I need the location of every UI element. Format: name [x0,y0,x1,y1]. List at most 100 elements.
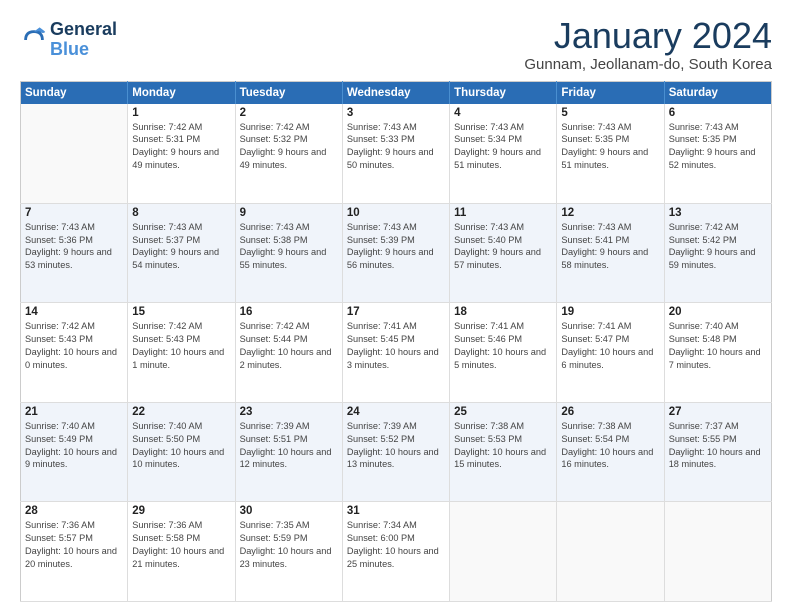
calendar-week-row: 7Sunrise: 7:43 AMSunset: 5:36 PMDaylight… [21,203,772,303]
table-row [557,502,664,602]
day-info: Sunrise: 7:36 AMSunset: 5:58 PMDaylight:… [132,519,230,571]
col-friday: Friday [557,81,664,104]
day-number: 25 [454,406,552,418]
table-row [450,502,557,602]
subtitle: Gunnam, Jeollanam-do, South Korea [524,56,772,73]
table-row: 17 Sunrise: 7:41 AMSunset: 5:45 PMDayligh… [342,303,449,403]
day-info: Sunrise: 7:39 AMSunset: 5:51 PMDaylight:… [240,420,338,472]
table-row: 20 Sunrise: 7:40 AMSunset: 5:48 PMDayligh… [664,303,771,403]
day-info: Sunrise: 7:42 AMSunset: 5:43 PMDaylight:… [25,320,123,372]
calendar-table: Sunday Monday Tuesday Wednesday Thursday… [20,81,772,602]
col-monday: Monday [128,81,235,104]
day-info: Sunrise: 7:41 AMSunset: 5:46 PMDaylight:… [454,320,552,372]
calendar-week-row: 14Sunrise: 7:42 AMSunset: 5:43 PMDayligh… [21,303,772,403]
day-info: Sunrise: 7:43 AMSunset: 5:37 PMDaylight:… [132,221,230,273]
table-row: 7Sunrise: 7:43 AMSunset: 5:36 PMDaylight… [21,203,128,303]
day-info: Sunrise: 7:42 AMSunset: 5:43 PMDaylight:… [132,320,230,372]
table-row: 28 Sunrise: 7:36 AMSunset: 5:57 PMDayligh… [21,502,128,602]
col-thursday: Thursday [450,81,557,104]
page: General Blue January 2024 Gunnam, Jeolla… [0,0,792,612]
day-info: Sunrise: 7:34 AMSunset: 6:00 PMDaylight:… [347,519,445,571]
table-row: 1 Sunrise: 7:42 AMSunset: 5:31 PMDaylight… [128,104,235,204]
calendar-week-row: 1 Sunrise: 7:42 AMSunset: 5:31 PMDaylight… [21,104,772,204]
table-row: 15 Sunrise: 7:42 AMSunset: 5:43 PMDayligh… [128,303,235,403]
day-info: Sunrise: 7:43 AMSunset: 5:38 PMDaylight:… [240,221,338,273]
table-row: 30 Sunrise: 7:35 AMSunset: 5:59 PMDayligh… [235,502,342,602]
day-info: Sunrise: 7:43 AMSunset: 5:40 PMDaylight:… [454,221,552,273]
day-number: 1 [132,107,230,119]
title-block: January 2024 Gunnam, Jeollanam-do, South… [524,16,772,73]
day-info: Sunrise: 7:43 AMSunset: 5:39 PMDaylight:… [347,221,445,273]
day-number: 4 [454,107,552,119]
logo-text: General Blue [50,20,117,60]
day-info: Sunrise: 7:42 AMSunset: 5:44 PMDaylight:… [240,320,338,372]
table-row [21,104,128,204]
day-number: 7 [25,207,123,219]
day-info: Sunrise: 7:36 AMSunset: 5:57 PMDaylight:… [25,519,123,571]
day-info: Sunrise: 7:41 AMSunset: 5:47 PMDaylight:… [561,320,659,372]
header: General Blue January 2024 Gunnam, Jeolla… [20,16,772,73]
table-row: 25 Sunrise: 7:38 AMSunset: 5:53 PMDayligh… [450,402,557,502]
table-row: 27Sunrise: 7:37 AMSunset: 5:55 PMDayligh… [664,402,771,502]
calendar-week-row: 28 Sunrise: 7:36 AMSunset: 5:57 PMDayligh… [21,502,772,602]
day-number: 2 [240,107,338,119]
day-info: Sunrise: 7:42 AMSunset: 5:42 PMDaylight:… [669,221,767,273]
table-row: 13Sunrise: 7:42 AMSunset: 5:42 PMDayligh… [664,203,771,303]
day-number: 3 [347,107,445,119]
table-row: 21 Sunrise: 7:40 AMSunset: 5:49 PMDayligh… [21,402,128,502]
table-row: 16 Sunrise: 7:42 AMSunset: 5:44 PMDayligh… [235,303,342,403]
day-number: 16 [240,306,338,318]
table-row: 6Sunrise: 7:43 AMSunset: 5:35 PMDaylight… [664,104,771,204]
table-row: 10 Sunrise: 7:43 AMSunset: 5:39 PMDayligh… [342,203,449,303]
table-row: 22Sunrise: 7:40 AMSunset: 5:50 PMDayligh… [128,402,235,502]
table-row: 24Sunrise: 7:39 AMSunset: 5:52 PMDayligh… [342,402,449,502]
day-number: 24 [347,406,445,418]
day-info: Sunrise: 7:41 AMSunset: 5:45 PMDaylight:… [347,320,445,372]
day-info: Sunrise: 7:35 AMSunset: 5:59 PMDaylight:… [240,519,338,571]
day-info: Sunrise: 7:43 AMSunset: 5:41 PMDaylight:… [561,221,659,273]
day-number: 9 [240,207,338,219]
day-info: Sunrise: 7:43 AMSunset: 5:35 PMDaylight:… [561,121,659,173]
table-row [664,502,771,602]
calendar-week-row: 21 Sunrise: 7:40 AMSunset: 5:49 PMDayligh… [21,402,772,502]
table-row: 8Sunrise: 7:43 AMSunset: 5:37 PMDaylight… [128,203,235,303]
table-row: 5 Sunrise: 7:43 AMSunset: 5:35 PMDaylight… [557,104,664,204]
table-row: 4 Sunrise: 7:43 AMSunset: 5:34 PMDaylight… [450,104,557,204]
table-row: 2 Sunrise: 7:42 AMSunset: 5:32 PMDaylight… [235,104,342,204]
logo-icon [20,26,48,54]
day-info: Sunrise: 7:42 AMSunset: 5:32 PMDaylight:… [240,121,338,173]
day-number: 28 [25,505,123,517]
day-number: 17 [347,306,445,318]
day-info: Sunrise: 7:43 AMSunset: 5:34 PMDaylight:… [454,121,552,173]
day-number: 19 [561,306,659,318]
col-wednesday: Wednesday [342,81,449,104]
day-info: Sunrise: 7:38 AMSunset: 5:53 PMDaylight:… [454,420,552,472]
day-info: Sunrise: 7:40 AMSunset: 5:48 PMDaylight:… [669,320,767,372]
day-info: Sunrise: 7:40 AMSunset: 5:49 PMDaylight:… [25,420,123,472]
table-row: 9 Sunrise: 7:43 AMSunset: 5:38 PMDaylight… [235,203,342,303]
table-row: 11Sunrise: 7:43 AMSunset: 5:40 PMDayligh… [450,203,557,303]
day-number: 21 [25,406,123,418]
day-number: 6 [669,107,767,119]
day-number: 10 [347,207,445,219]
day-number: 31 [347,505,445,517]
day-info: Sunrise: 7:38 AMSunset: 5:54 PMDaylight:… [561,420,659,472]
day-number: 12 [561,207,659,219]
day-number: 15 [132,306,230,318]
day-number: 26 [561,406,659,418]
table-row: 3 Sunrise: 7:43 AMSunset: 5:33 PMDaylight… [342,104,449,204]
day-number: 30 [240,505,338,517]
table-row: 14Sunrise: 7:42 AMSunset: 5:43 PMDayligh… [21,303,128,403]
day-info: Sunrise: 7:37 AMSunset: 5:55 PMDaylight:… [669,420,767,472]
day-number: 20 [669,306,767,318]
day-number: 23 [240,406,338,418]
day-number: 22 [132,406,230,418]
col-saturday: Saturday [664,81,771,104]
table-row: 23 Sunrise: 7:39 AMSunset: 5:51 PMDayligh… [235,402,342,502]
day-number: 5 [561,107,659,119]
day-info: Sunrise: 7:43 AMSunset: 5:33 PMDaylight:… [347,121,445,173]
col-sunday: Sunday [21,81,128,104]
calendar-body: 1 Sunrise: 7:42 AMSunset: 5:31 PMDaylight… [21,104,772,602]
day-info: Sunrise: 7:42 AMSunset: 5:31 PMDaylight:… [132,121,230,173]
col-tuesday: Tuesday [235,81,342,104]
